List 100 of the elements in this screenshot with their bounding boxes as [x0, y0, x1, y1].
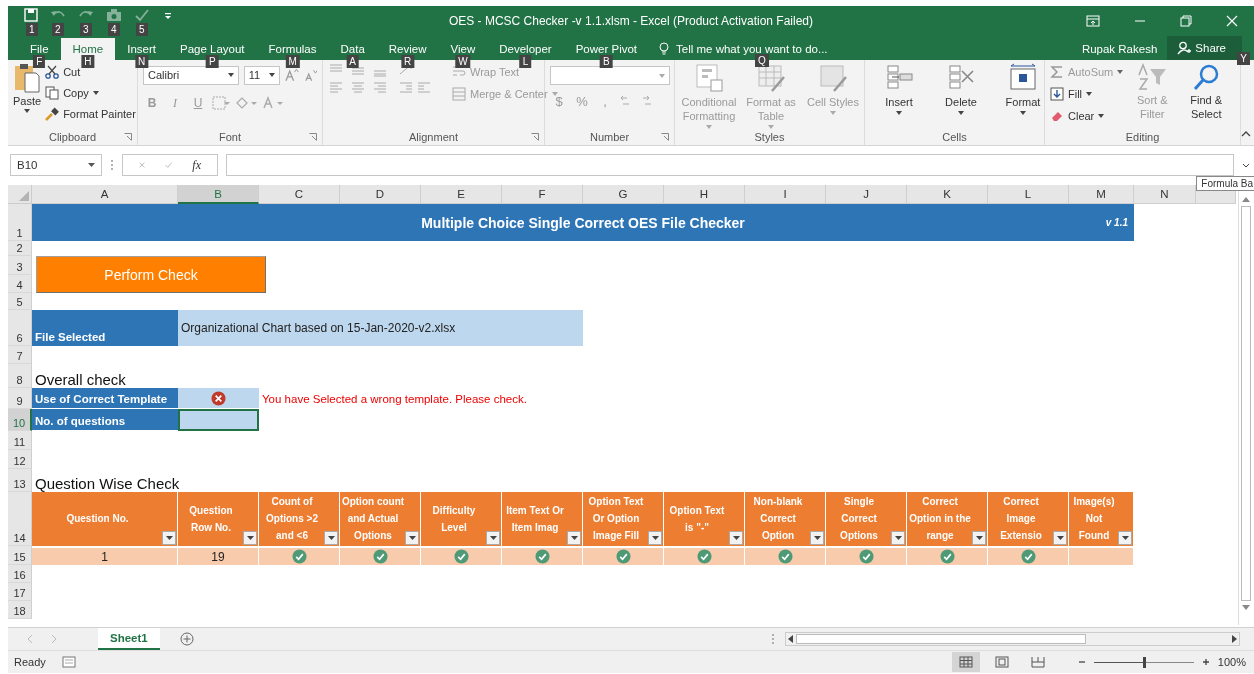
expand-icon[interactable]	[1242, 162, 1250, 168]
dialog-launcher-icon[interactable]	[124, 133, 132, 141]
filter-dropdown-button[interactable]	[567, 531, 581, 545]
row-header[interactable]: 1	[8, 204, 32, 241]
scroll-left-icon[interactable]	[788, 635, 793, 643]
column-header[interactable]: J	[826, 185, 907, 204]
filter-dropdown-button[interactable]	[162, 531, 176, 545]
caret-icon	[327, 536, 335, 540]
find-select-button[interactable]: Find & Select	[1181, 63, 1232, 129]
filter-dropdown-button[interactable]	[1118, 531, 1132, 545]
copy-button[interactable]: Copy	[45, 84, 136, 102]
column-header[interactable]: E	[421, 185, 502, 204]
column-header[interactable]: N	[1134, 185, 1196, 204]
row-header[interactable]: 3	[8, 256, 32, 275]
row-header[interactable]: 7	[8, 346, 32, 364]
column-header[interactable]: K	[907, 185, 988, 204]
font-name-dropdown[interactable]: Calibri	[143, 65, 239, 85]
row-header[interactable]: 10	[8, 409, 32, 431]
column-header[interactable]: H	[664, 185, 745, 204]
insert-button[interactable]: Insert	[870, 63, 928, 129]
customize-toolbar-icon[interactable]	[164, 12, 172, 20]
scroll-down-icon[interactable]	[1241, 605, 1250, 610]
scroll-up-icon[interactable]	[1241, 197, 1250, 202]
row-header[interactable]: 11	[8, 431, 32, 450]
zoom-thumb[interactable]	[1142, 656, 1146, 668]
column-header[interactable]: F	[502, 185, 583, 204]
horizontal-scrollbar[interactable]	[785, 632, 1240, 646]
name-box[interactable]: B10	[10, 154, 102, 176]
fill-color-icon[interactable]	[235, 96, 257, 110]
column-header[interactable]: B	[178, 185, 259, 204]
scroll-thumb[interactable]	[1240, 206, 1251, 601]
caret-icon	[732, 536, 740, 540]
sheet-tab[interactable]: Sheet1	[98, 628, 160, 650]
row-header[interactable]: 2	[8, 241, 32, 256]
column-header[interactable]: D	[340, 185, 421, 204]
filter-dropdown-button[interactable]	[810, 531, 824, 545]
filter-dropdown-button[interactable]	[486, 531, 500, 545]
column-title: Option Text Or Option Image Fill	[587, 495, 645, 543]
filter-dropdown-button[interactable]	[1053, 531, 1067, 545]
row-header[interactable]: 16	[8, 565, 32, 583]
shrink-font-icon[interactable]	[303, 68, 317, 82]
row-header[interactable]: 17	[8, 583, 32, 601]
restore-icon[interactable]	[1180, 15, 1192, 27]
clear-button[interactable]: Clear	[1050, 107, 1105, 125]
label-cell: Use of Correct Template	[32, 388, 178, 409]
font-size-dropdown[interactable]: 11	[243, 65, 281, 85]
filter-dropdown-button[interactable]	[405, 531, 419, 545]
column-header[interactable]: I	[745, 185, 826, 204]
column-header[interactable]: L	[988, 185, 1069, 204]
column-header[interactable]: C	[259, 185, 340, 204]
insert-function-button[interactable]: fx	[192, 157, 201, 173]
checkmark-icon	[134, 8, 150, 22]
filter-dropdown-button[interactable]	[243, 531, 257, 545]
column-header[interactable]: A	[32, 185, 178, 204]
column-header[interactable]: G	[583, 185, 664, 204]
caret-icon	[551, 92, 558, 96]
caret-icon	[489, 536, 497, 540]
dialog-launcher-icon[interactable]	[309, 133, 317, 141]
filter-dropdown-button[interactable]	[891, 531, 905, 545]
row-header[interactable]: 18	[8, 601, 32, 619]
row-header[interactable]: 5	[8, 293, 32, 310]
save-button[interactable]	[24, 8, 38, 22]
collapse-ribbon-icon[interactable]	[1241, 131, 1251, 137]
scroll-thumb[interactable]	[796, 634, 1086, 644]
fill-down-icon	[1050, 87, 1064, 101]
scroll-right-icon[interactable]	[1232, 635, 1237, 643]
zoom-in-icon[interactable]	[1201, 658, 1210, 666]
font-color-icon[interactable]	[262, 96, 284, 110]
group-label: Alignment	[409, 131, 458, 143]
delete-button[interactable]: Delete	[932, 63, 990, 129]
borders-icon[interactable]	[212, 96, 230, 110]
filter-dropdown-button[interactable]	[648, 531, 662, 545]
add-sheet-icon[interactable]	[179, 632, 194, 646]
filter-dropdown-button[interactable]	[324, 531, 338, 545]
formula-input[interactable]	[226, 154, 1234, 176]
macro-recording-icon[interactable]	[61, 656, 76, 668]
ribbon-display-icon[interactable]	[1086, 15, 1100, 27]
row-header[interactable]: 15	[8, 546, 32, 565]
fill-button[interactable]: Fill	[1050, 85, 1093, 103]
row-header[interactable]: 9	[8, 388, 32, 409]
normal-view-button[interactable]	[951, 652, 980, 672]
column-header[interactable]: M	[1069, 185, 1134, 204]
row-header[interactable]: 4	[8, 275, 32, 293]
grow-font-icon[interactable]	[285, 68, 299, 82]
row-header[interactable]: 14	[8, 492, 32, 546]
format-button[interactable]: Format	[994, 63, 1052, 129]
dialog-launcher-icon[interactable]	[531, 133, 539, 141]
close-icon[interactable]	[1226, 15, 1238, 27]
zoom-out-icon[interactable]	[1077, 658, 1086, 666]
row-header[interactable]: 12	[8, 450, 32, 469]
filter-dropdown-button[interactable]	[729, 531, 743, 545]
cancel-icon[interactable]	[139, 160, 146, 170]
row-header[interactable]: 6	[8, 310, 32, 346]
keytip-badge: Y	[1237, 52, 1250, 65]
row-header[interactable]: 8	[8, 364, 32, 388]
row-header[interactable]: 13	[8, 469, 32, 492]
format-painter-button[interactable]: Format Painter	[45, 105, 136, 123]
dialog-launcher-icon[interactable]	[661, 133, 669, 141]
filter-dropdown-button[interactable]	[972, 531, 986, 545]
status-cell[interactable]	[178, 409, 259, 431]
